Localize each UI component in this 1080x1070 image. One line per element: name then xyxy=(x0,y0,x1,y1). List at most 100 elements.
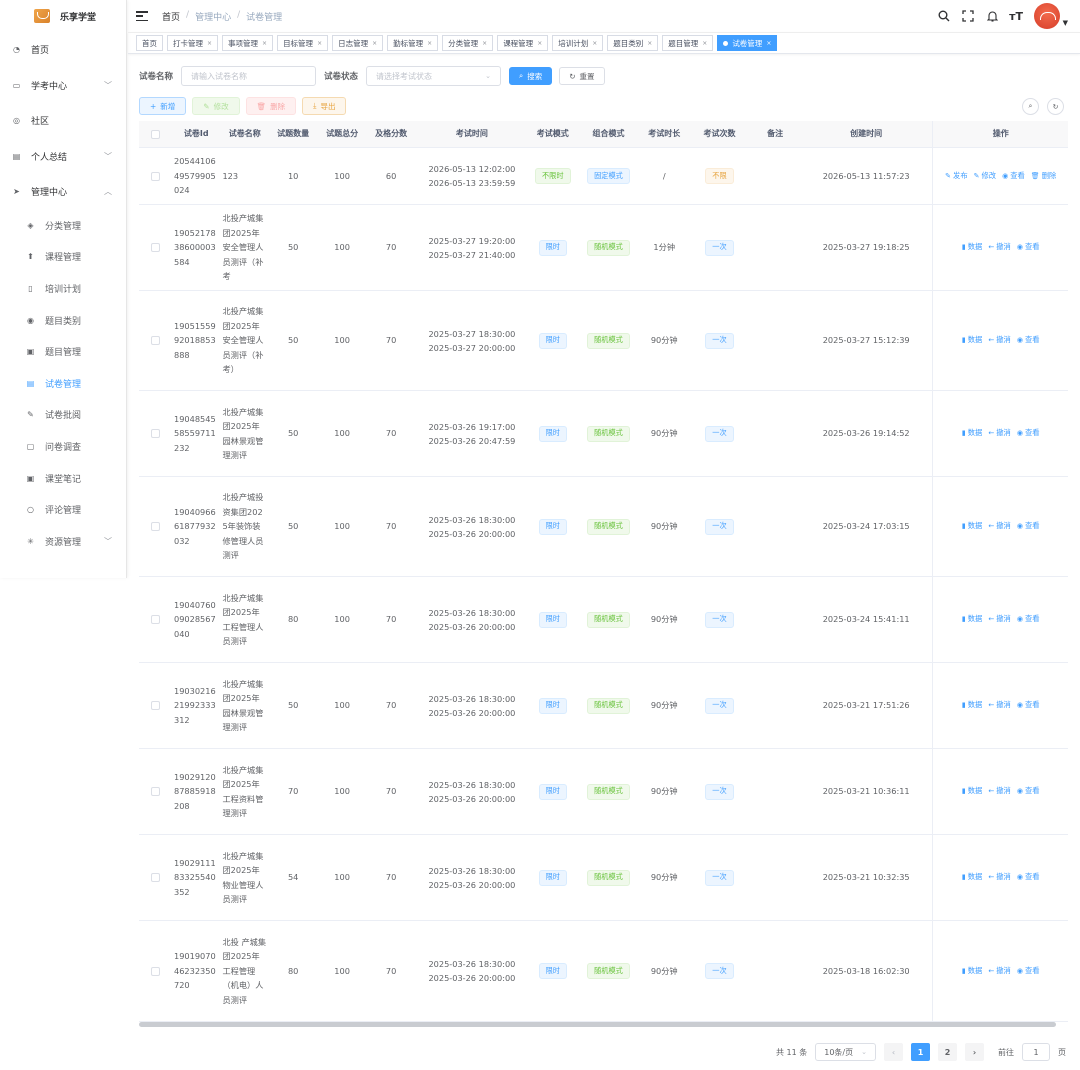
sidebar-item-review[interactable]: ✎ 试卷批阅 xyxy=(0,399,126,431)
refresh-icon[interactable]: ↻ xyxy=(1047,98,1064,115)
prev-page-button[interactable]: ‹ xyxy=(884,1043,903,1061)
table-row[interactable]: 1904854558559711232 北投产城集团2025年园林景观管理测评 50… xyxy=(139,391,1068,477)
sidebar-item-resource[interactable]: ✳ 资源管理 ﹀ xyxy=(0,525,126,557)
close-icon[interactable]: × xyxy=(427,40,432,47)
fullscreen-icon[interactable] xyxy=(962,10,975,23)
page-1-button[interactable]: 1 xyxy=(911,1043,930,1061)
sidebar-item-send[interactable]: ➤ 管理中心 ︿ xyxy=(0,174,126,210)
tab-tag[interactable]: 日志管理 × xyxy=(332,35,384,51)
row-checkbox[interactable] xyxy=(151,429,160,438)
tab-tag[interactable]: 首页 xyxy=(136,35,163,51)
sidebar-item-layers[interactable]: ◈ 分类管理 xyxy=(0,210,126,242)
row-checkbox[interactable] xyxy=(151,243,160,252)
next-page-button[interactable]: › xyxy=(965,1043,984,1061)
close-icon[interactable]: × xyxy=(766,40,771,47)
table-row[interactable]: 1904076009028567040 北投产城集团2025年工程管理人员测评 80… xyxy=(139,577,1068,663)
table-row[interactable]: 1902912087885918208 北投产城集团2025年工程资料管理测评 70… xyxy=(139,749,1068,835)
data-link[interactable]: ▮ 数据 xyxy=(962,698,982,713)
tab-tag[interactable]: 打卡管理 × xyxy=(167,35,219,51)
sidebar-item-monitor[interactable]: ▭ 学考中心 ﹀ xyxy=(0,68,126,104)
toggle-search-icon[interactable]: ⌕ xyxy=(1022,98,1039,115)
close-icon[interactable]: × xyxy=(317,40,322,47)
close-icon[interactable]: × xyxy=(207,40,212,47)
view-link[interactable]: ◉ 查看 xyxy=(1017,698,1040,713)
row-checkbox[interactable] xyxy=(151,701,160,710)
table-row[interactable]: 1903021621992333312 北投产城集团2025年园林景观管理测评 50… xyxy=(139,663,1068,749)
page-size-select[interactable]: 10条/页 ⌄ xyxy=(815,1043,876,1061)
goto-page-input[interactable]: 1 xyxy=(1022,1043,1050,1061)
font-size-icon[interactable]: тT xyxy=(1009,10,1023,23)
tab-tag[interactable]: 题目类别 × xyxy=(607,35,659,51)
row-checkbox[interactable] xyxy=(151,966,160,976)
horizontal-scrollbar[interactable] xyxy=(139,1022,1056,1027)
page-2-button[interactable]: 2 xyxy=(938,1043,957,1061)
search-icon[interactable] xyxy=(938,10,951,23)
publish-link[interactable]: ✎ 发布 xyxy=(945,169,967,184)
sidebar-item-category[interactable]: ◉ 题目类别 xyxy=(0,304,126,336)
revoke-link[interactable]: ← 撤消 xyxy=(988,870,1010,885)
view-link[interactable]: ◉ 查看 xyxy=(1017,870,1040,885)
export-button[interactable]: ⤓ 导出 xyxy=(302,97,347,115)
close-icon[interactable]: × xyxy=(482,40,487,47)
sidebar-item-course[interactable]: ⬆ 课程管理 xyxy=(0,241,126,273)
revoke-link[interactable]: ← 撤消 xyxy=(988,240,1010,255)
table-row[interactable]: 1902911183325540352 北投产城集团2025年物业管理人员测评 54… xyxy=(139,835,1068,921)
close-icon[interactable]: × xyxy=(537,40,542,47)
delete-button[interactable]: 🗑︎ 删除 xyxy=(245,97,297,115)
view-link[interactable]: ◉ 查看 xyxy=(1017,519,1040,534)
view-link[interactable]: ◉ 查看 xyxy=(1017,784,1040,799)
breadcrumb-home[interactable]: 首页 xyxy=(162,10,180,23)
sidebar-item-note[interactable]: ▣ 课堂笔记 xyxy=(0,462,126,494)
sidebar-item-survey[interactable]: ▢ 问卷调查 xyxy=(0,431,126,463)
data-link[interactable]: ▮ 数据 xyxy=(962,964,982,979)
view-link[interactable]: ◉ 查看 xyxy=(1017,333,1040,348)
add-button[interactable]: + 新增 xyxy=(139,97,187,115)
paper-name-input[interactable]: 请输入试卷名称 xyxy=(181,66,317,86)
tab-tag[interactable]: 事项管理 × xyxy=(222,35,274,51)
sidebar-item-document[interactable]: ▤ 个人总结 ﹀ xyxy=(0,139,126,175)
paper-status-select[interactable]: 请选择考试状态 ⌄ xyxy=(366,66,502,86)
view-link[interactable]: ◉ 查看 xyxy=(1017,612,1040,627)
sidebar-item-paper[interactable]: ▤ 试卷管理 xyxy=(0,367,126,399)
tab-tag[interactable]: 试卷管理 × xyxy=(717,35,778,51)
table-row[interactable]: 1905217838600003584 北投产城集团2025年安全管理人员测评（补… xyxy=(139,205,1068,291)
data-link[interactable]: ▮ 数据 xyxy=(962,784,982,799)
close-icon[interactable]: × xyxy=(647,40,652,47)
revoke-link[interactable]: ← 撤消 xyxy=(988,426,1010,441)
revoke-link[interactable]: ← 撤消 xyxy=(988,612,1010,627)
revoke-link[interactable]: ← 撤消 xyxy=(988,964,1010,979)
avatar[interactable] xyxy=(1033,3,1060,29)
row-checkbox[interactable] xyxy=(151,336,160,345)
row-checkbox[interactable] xyxy=(151,171,160,181)
data-link[interactable]: ▮ 数据 xyxy=(962,426,982,441)
view-link[interactable]: ◉ 查看 xyxy=(1017,426,1040,441)
tab-tag[interactable]: 课程管理 × xyxy=(497,35,549,51)
data-link[interactable]: ▮ 数据 xyxy=(962,333,982,348)
revoke-link[interactable]: ← 撤消 xyxy=(988,519,1010,534)
reset-button[interactable]: ↻ 重置 xyxy=(559,67,605,85)
bell-icon[interactable] xyxy=(986,10,999,23)
row-checkbox[interactable] xyxy=(151,522,160,531)
sidebar-item-question[interactable]: ▣ 题目管理 xyxy=(0,336,126,368)
tab-tag[interactable]: 分类管理 × xyxy=(442,35,494,51)
tab-tag[interactable]: 目标管理 × xyxy=(277,35,329,51)
select-all-checkbox[interactable] xyxy=(151,129,160,139)
sidebar-item-community[interactable]: ◎ 社区 xyxy=(0,103,126,139)
table-row[interactable]: 2054410649579905024 123 10 100 60 2026-05-13 … xyxy=(139,148,1068,205)
sidebar-item-dashboard[interactable]: ◔ 首页 xyxy=(0,32,126,68)
table-row[interactable]: 1901907046232350720 北投 产城集团2025年工程管理（机电）人… xyxy=(139,921,1068,1022)
row-checkbox[interactable] xyxy=(151,873,160,882)
data-link[interactable]: ▮ 数据 xyxy=(962,240,982,255)
revoke-link[interactable]: ← 撤消 xyxy=(988,784,1010,799)
data-link[interactable]: ▮ 数据 xyxy=(962,519,982,534)
close-icon[interactable]: × xyxy=(592,40,597,47)
sidebar-item-plan[interactable]: ▯ 培训计划 xyxy=(0,273,126,305)
revoke-link[interactable]: ← 撤消 xyxy=(988,698,1010,713)
tab-tag[interactable]: 勤标管理 × xyxy=(387,35,439,51)
table-row[interactable]: 1905155992018853888 北投产城集团2025年安全管理人员测评（补… xyxy=(139,291,1068,391)
table-row[interactable]: 1904096661877932032 北投产城投资集团2025年装饰装修管理人员… xyxy=(139,477,1068,577)
row-checkbox[interactable] xyxy=(151,615,160,624)
edit-button[interactable]: ✎ 修改 xyxy=(192,97,240,115)
edit-link[interactable]: ✎ 修改 xyxy=(974,169,996,184)
close-icon[interactable]: × xyxy=(262,40,267,47)
